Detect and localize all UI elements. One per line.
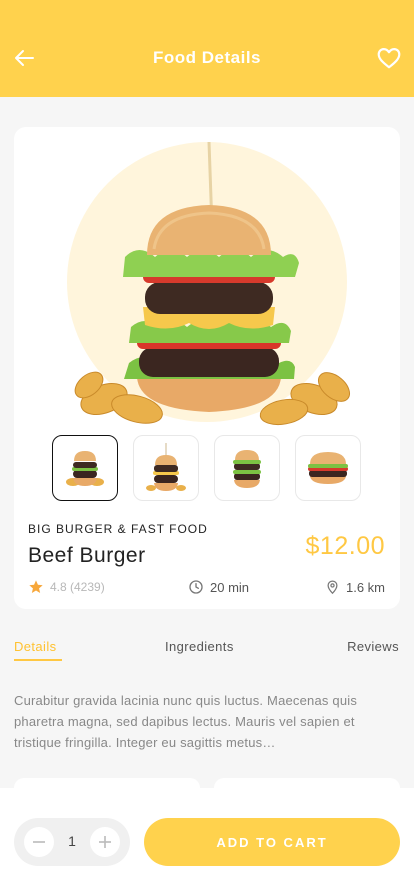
thumbnail-burger-double[interactable]: [214, 435, 280, 501]
distance: 1.6 km: [325, 579, 385, 595]
top-app-bar: Food Details: [0, 0, 414, 97]
burger-side-thumb-image: [308, 452, 348, 484]
burger-tall-thumb-image: [146, 443, 186, 491]
product-price: $12.00: [305, 532, 385, 560]
product-category: BIG BURGER & FAST FOOD: [28, 522, 208, 536]
beef-burger-image: [74, 141, 350, 426]
bottom-action-bar: 1 ADD TO CART: [0, 788, 414, 896]
product-name: Beef Burger: [28, 544, 146, 567]
page-title: Food Details: [152, 48, 261, 67]
heart-outline-icon[interactable]: [376, 45, 402, 71]
product-description: Curabitur gravida lacinia nunc quis luct…: [14, 693, 358, 750]
thumbnail-burger-side[interactable]: [295, 435, 361, 501]
thumbnail-strip: [52, 435, 361, 501]
prep-time-value: 20 min: [210, 579, 250, 595]
burger-double-thumb-image: [233, 450, 261, 488]
star-icon: [29, 580, 43, 593]
add-to-cart-button[interactable]: ADD TO CART: [144, 818, 400, 866]
burger-fries-thumb-image: [66, 451, 104, 486]
active-tab-indicator: [14, 659, 62, 661]
prep-time: 20 min: [188, 579, 249, 595]
tab-details[interactable]: Details: [14, 639, 57, 654]
location-pin-icon: [327, 580, 338, 595]
tab-ingredients[interactable]: Ingredients: [165, 639, 234, 654]
rating-value: 4.8 (4239): [50, 580, 105, 594]
plus-icon: [99, 836, 111, 848]
thumbnail-burger-tall[interactable]: [133, 435, 199, 501]
detail-tabs: Details Ingredients Reviews: [0, 639, 414, 663]
tab-reviews[interactable]: Reviews: [347, 639, 399, 654]
clock-icon: [189, 580, 203, 594]
increase-quantity-button[interactable]: [90, 827, 120, 857]
product-card: BIG BURGER & FAST FOOD Beef Burger $12.0…: [14, 127, 400, 609]
distance-value: 1.6 km: [345, 579, 385, 595]
thumbnail-burger-fries[interactable]: [52, 435, 118, 501]
rating: 4.8 (4239): [28, 579, 105, 595]
quantity-stepper: 1: [14, 818, 130, 866]
